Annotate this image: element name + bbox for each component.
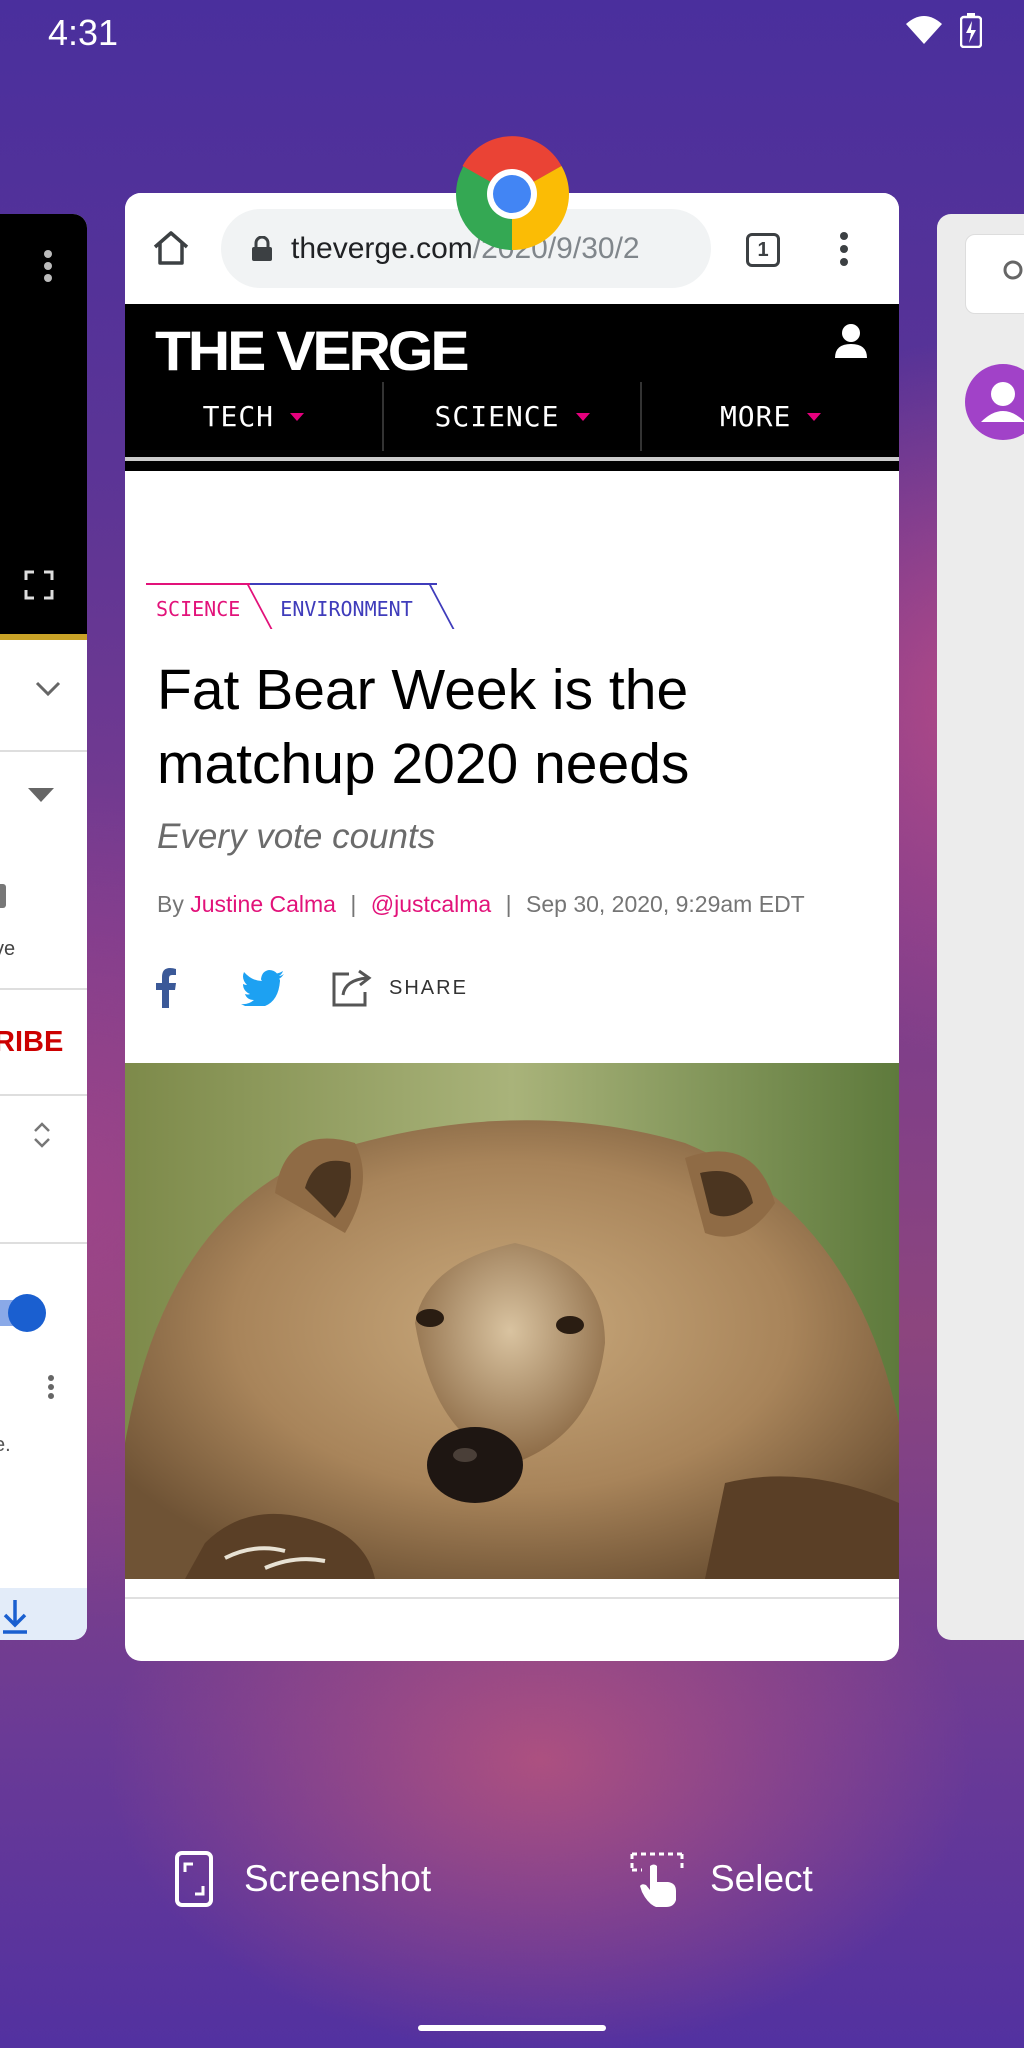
screenshot-button[interactable]: Screenshot xyxy=(174,1850,431,1908)
expand-icon[interactable] xyxy=(32,1120,52,1150)
separator: | xyxy=(350,891,357,917)
article-hero-image xyxy=(125,1063,899,1579)
twitter-icon[interactable] xyxy=(241,970,285,1006)
autoplay-toggle-thumb[interactable] xyxy=(8,1294,46,1332)
publish-date: Sep 30, 2020, 9:29am EDT xyxy=(526,891,805,917)
verge-logo[interactable]: THE VERGE xyxy=(155,318,470,383)
recent-app-card-chrome[interactable]: theverge.com/2020/9/30/2 1 THE VERGE TEC… xyxy=(125,193,899,1661)
article-tags: SCIENCE ENVIRONMENT xyxy=(146,583,455,631)
tab-switcher-button[interactable]: 1 xyxy=(746,233,780,267)
chrome-app-icon[interactable] xyxy=(454,136,570,252)
lock-icon xyxy=(252,235,272,261)
tag-environment[interactable]: ENVIRONMENT xyxy=(250,583,437,631)
download-icon[interactable] xyxy=(0,1598,30,1634)
article-headline: Fat Bear Week is the matchup 2020 needs xyxy=(157,658,690,796)
status-icons xyxy=(904,12,982,48)
nav-item-label: TECH xyxy=(202,400,275,433)
chevron-down-icon[interactable] xyxy=(34,680,62,698)
status-time: 4:31 xyxy=(48,12,119,53)
partial-text: e. xyxy=(0,1434,11,1456)
subscribe-button[interactable]: RIBE xyxy=(0,1026,63,1059)
recent-app-card-right[interactable] xyxy=(937,214,1024,1640)
select-label: Select xyxy=(710,1858,813,1899)
search-icon[interactable] xyxy=(1001,258,1024,288)
verge-nav: TECH SCIENCE MORE xyxy=(125,382,899,451)
user-account-icon[interactable] xyxy=(833,322,869,360)
recent-app-card-left[interactable]: ve RIBE e. xyxy=(0,214,87,1640)
screenshot-label: Screenshot xyxy=(244,1858,432,1899)
dropdown-arrow-icon[interactable] xyxy=(28,788,54,802)
nav-item-tech[interactable]: TECH xyxy=(125,382,384,451)
partial-text: ve xyxy=(0,938,16,960)
select-icon xyxy=(630,1852,684,1907)
account-avatar-icon[interactable] xyxy=(965,364,1024,440)
comment-icon xyxy=(0,884,6,908)
caret-down-icon xyxy=(807,412,822,421)
caret-down-icon xyxy=(575,412,590,421)
home-gesture-bar[interactable] xyxy=(418,2025,606,2031)
select-button[interactable]: Select xyxy=(630,1850,813,1908)
byline-prefix: By xyxy=(157,891,184,917)
more-vert-icon[interactable] xyxy=(838,231,850,267)
share-label[interactable]: SHARE xyxy=(389,977,468,1000)
divider xyxy=(0,988,87,990)
share-icon[interactable] xyxy=(331,968,373,1008)
more-vert-icon[interactable] xyxy=(42,248,54,284)
battery-charging-icon xyxy=(960,13,982,48)
tag-science[interactable]: SCIENCE xyxy=(146,583,251,631)
tag-label: SCIENCE xyxy=(156,597,241,621)
share-bar: SHARE xyxy=(155,963,468,1013)
nav-item-science[interactable]: SCIENCE xyxy=(384,382,643,451)
wifi-icon xyxy=(906,16,942,44)
divider xyxy=(125,457,899,461)
divider xyxy=(0,1094,87,1096)
bear-photo xyxy=(125,1063,899,1579)
separator: | xyxy=(505,891,512,917)
video-area xyxy=(0,214,87,634)
tag-label: ENVIRONMENT xyxy=(280,597,413,621)
divider xyxy=(125,1597,899,1599)
nav-item-more[interactable]: MORE xyxy=(642,382,899,451)
divider xyxy=(0,750,87,752)
author-link[interactable]: Justine Calma xyxy=(190,891,336,917)
progress-bar xyxy=(0,634,87,640)
author-handle-link[interactable]: @justcalma xyxy=(371,891,492,917)
verge-header: THE VERGE TECH SCIENCE MORE xyxy=(125,304,899,471)
more-vert-icon[interactable] xyxy=(46,1374,56,1400)
article-dek: Every vote counts xyxy=(157,817,436,856)
divider xyxy=(0,1242,87,1244)
nav-item-label: SCIENCE xyxy=(434,400,560,433)
screenshot-icon xyxy=(175,1851,213,1907)
home-icon[interactable] xyxy=(151,229,191,267)
facebook-icon[interactable] xyxy=(155,968,177,1008)
caret-down-icon xyxy=(290,412,305,421)
url-host: theverge.com xyxy=(291,231,473,265)
nav-item-label: MORE xyxy=(719,400,792,433)
article-byline: By Justine Calma | @justcalma | Sep 30, … xyxy=(157,891,805,918)
fullscreen-icon[interactable] xyxy=(24,570,54,600)
